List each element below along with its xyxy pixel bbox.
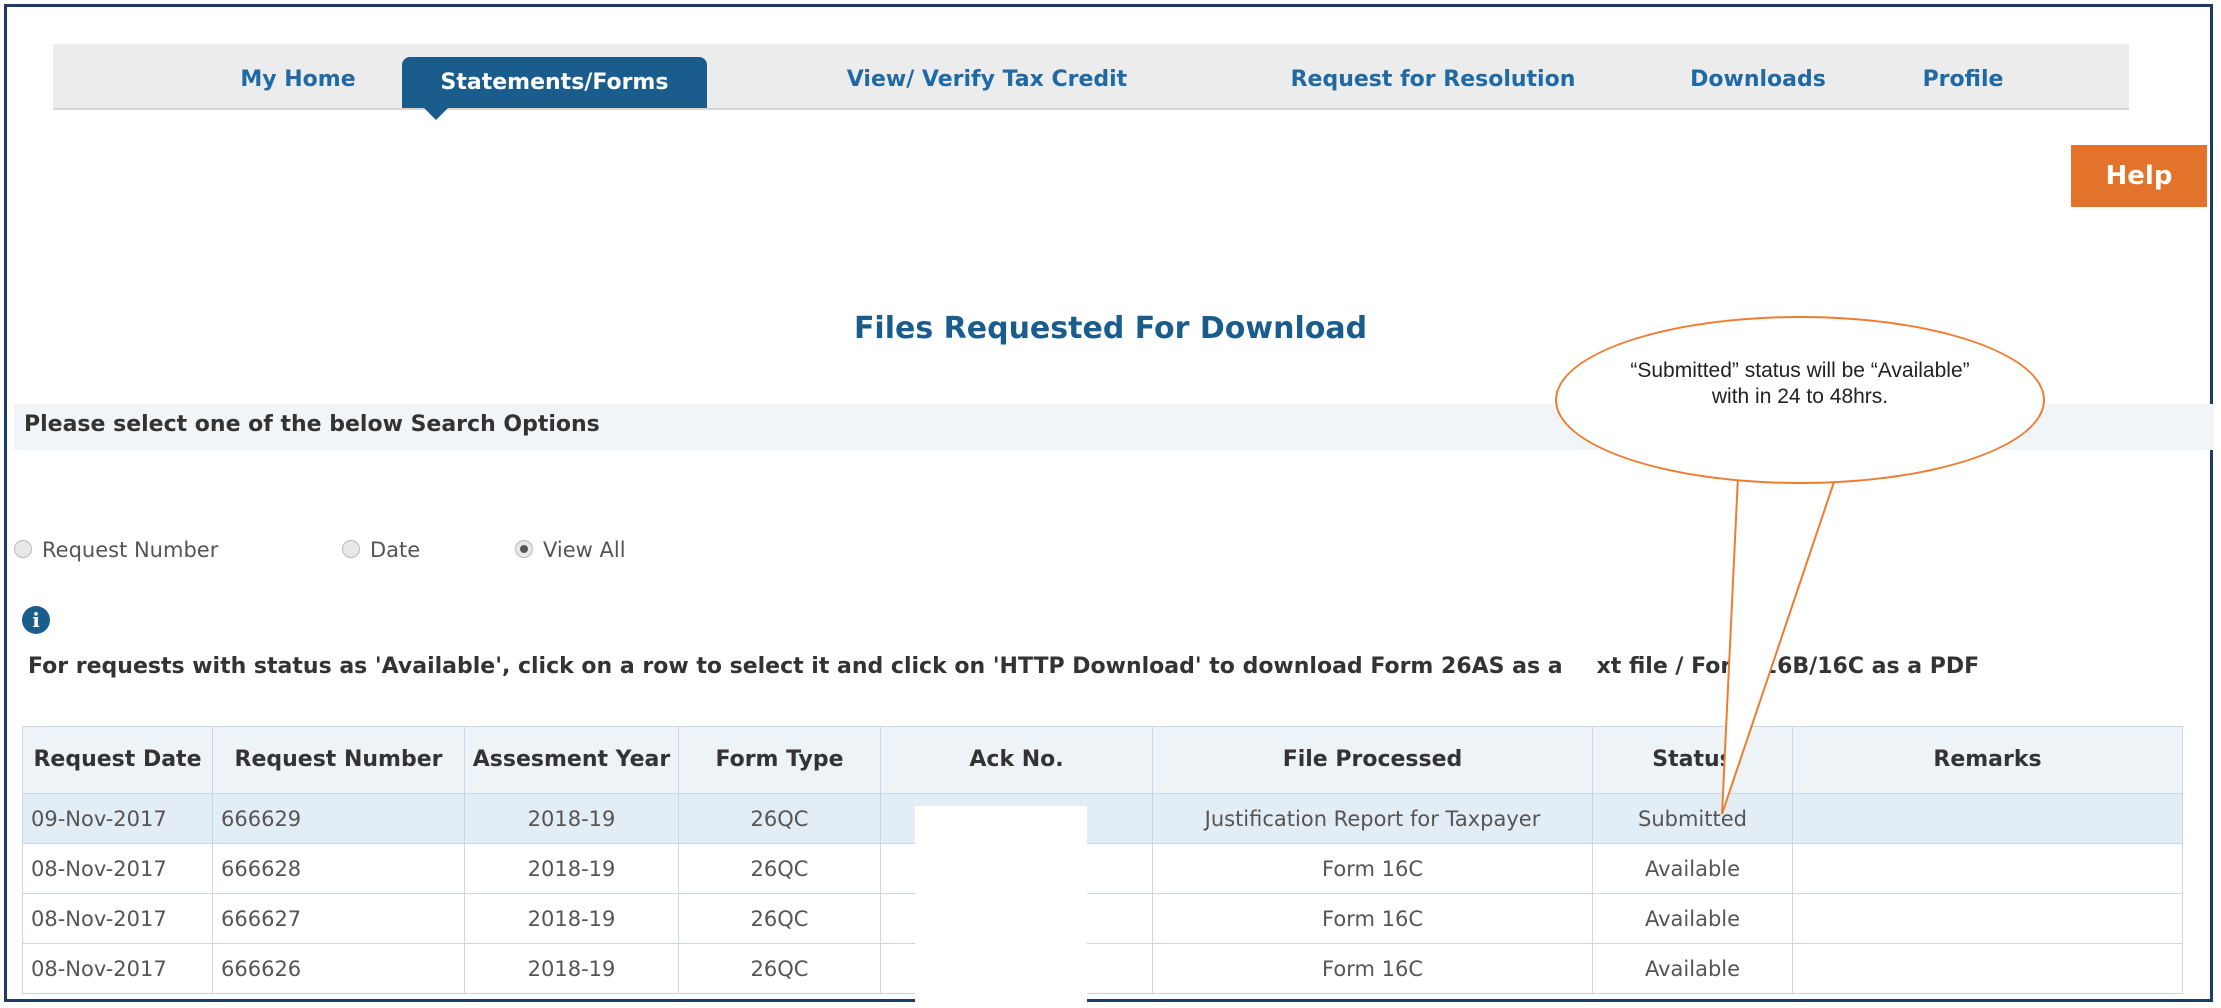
status-callout-text: “Submitted” status will be “Available” w… <box>1630 359 1970 408</box>
status-callout: “Submitted” status will be “Available” w… <box>1555 316 2045 484</box>
callout-pointer <box>1721 475 1837 815</box>
